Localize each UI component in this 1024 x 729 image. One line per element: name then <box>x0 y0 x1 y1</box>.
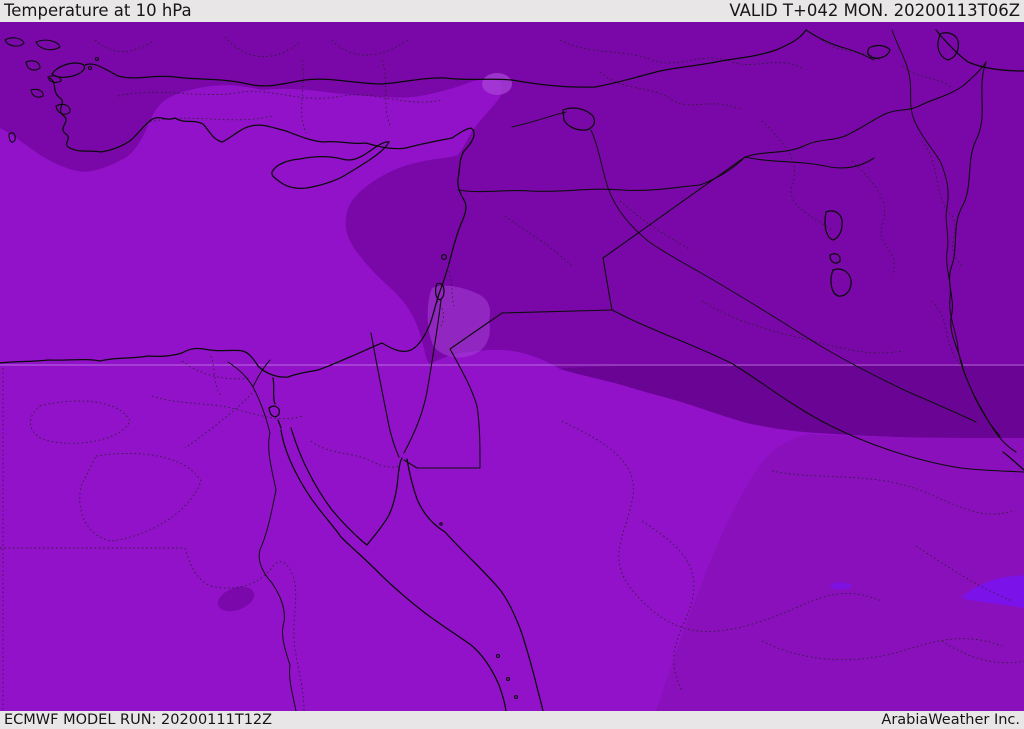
temperature-shading <box>0 22 1024 711</box>
valid-time-label: VALID T+042 MON. 20200113T06Z <box>729 0 1020 20</box>
model-run-label: ECMWF MODEL RUN: 20200111T12Z <box>4 712 273 728</box>
bottom-bar: ECMWF MODEL RUN: 20200111T12Z ArabiaWeat… <box>0 711 1024 729</box>
weather-map-canvas <box>0 22 1024 711</box>
page-title: Temperature at 10 hPa <box>4 0 192 20</box>
company-label: ArabiaWeather Inc. <box>881 712 1020 728</box>
top-bar: Temperature at 10 hPa VALID T+042 MON. 2… <box>0 0 1024 22</box>
